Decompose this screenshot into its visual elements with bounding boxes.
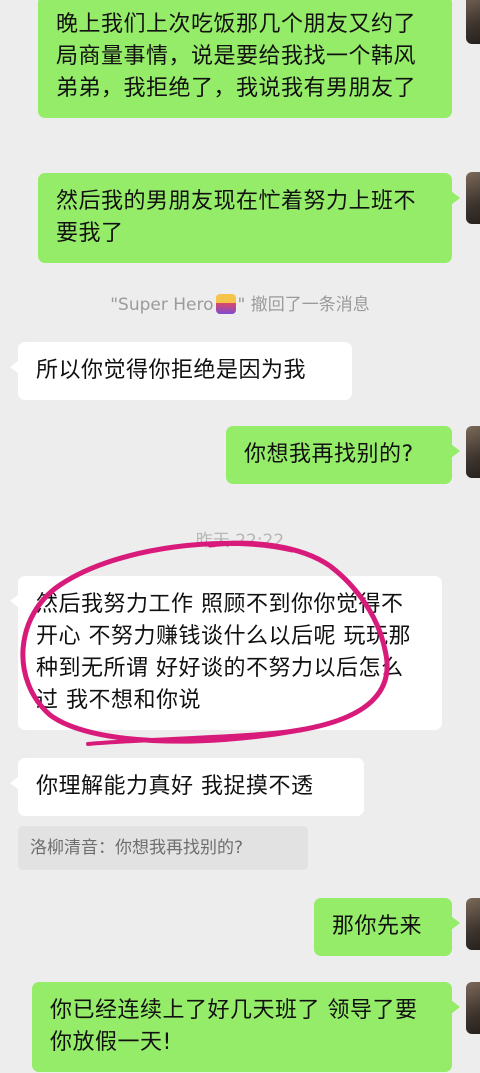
message-text: 然后我的男朋友现在忙着努力上班不要我了 <box>56 189 417 246</box>
message-bubble-received[interactable]: 所以你觉得你拒绝是因为我 <box>10 342 352 400</box>
message-bubble-received[interactable]: 你理解能力真好 我捉摸不透 <box>10 758 364 816</box>
message-bubble-sent[interactable]: 你想我再找别的? <box>226 426 460 484</box>
avatar[interactable] <box>466 172 480 224</box>
timestamp: 昨天 22:22 <box>195 531 285 551</box>
message-bubble-sent[interactable]: 然后我的男朋友现在忙着努力上班不要我了 <box>38 173 460 263</box>
message-text: 然后我努力工作 照顾不到你你觉得不开心 不努力赚钱谈什么以后呢 玩玩那种到无所谓… <box>36 592 411 713</box>
message-bubble-sent[interactable]: 你已经连续上了好几天班了 领导了要你放假一天! <box>32 982 460 1072</box>
message-text: 你想我再找别的? <box>244 442 414 467</box>
avatar[interactable] <box>466 426 480 478</box>
avatar[interactable] <box>466 982 480 1034</box>
message-text: 那你先来 <box>332 914 423 939</box>
annotation-tail <box>86 728 302 746</box>
message-text: 你理解能力真好 我捉摸不透 <box>36 774 314 799</box>
message-text: 你已经连续上了好几天班了 领导了要你放假一天! <box>50 998 418 1055</box>
superhero-emoji-icon <box>215 294 236 314</box>
quoted-message[interactable]: 洛柳清音：你想我再找别的? <box>18 826 308 870</box>
message-bubble-received[interactable]: 然后我努力工作 照顾不到你你觉得不开心 不努力赚钱谈什么以后呢 玩玩那种到无所谓… <box>10 576 442 730</box>
avatar[interactable] <box>466 898 480 950</box>
message-text: 所以你觉得你拒绝是因为我 <box>36 358 307 383</box>
quoted-message-text: 洛柳清音：你想我再找别的? <box>30 838 244 858</box>
avatar[interactable] <box>466 0 480 44</box>
message-text: 晚上我们上次吃饭那几个朋友又约了局商量事情，说是要给我找一个韩风弟弟，我拒绝了，… <box>56 12 417 101</box>
message-bubble-sent[interactable]: 晚上我们上次吃饭那几个朋友又约了局商量事情，说是要给我找一个韩风弟弟，我拒绝了，… <box>38 0 452 118</box>
recall-notice: "Super Hero " 撤回了一条消息 <box>110 294 370 315</box>
message-bubble-sent[interactable]: 那你先来 <box>314 898 460 956</box>
